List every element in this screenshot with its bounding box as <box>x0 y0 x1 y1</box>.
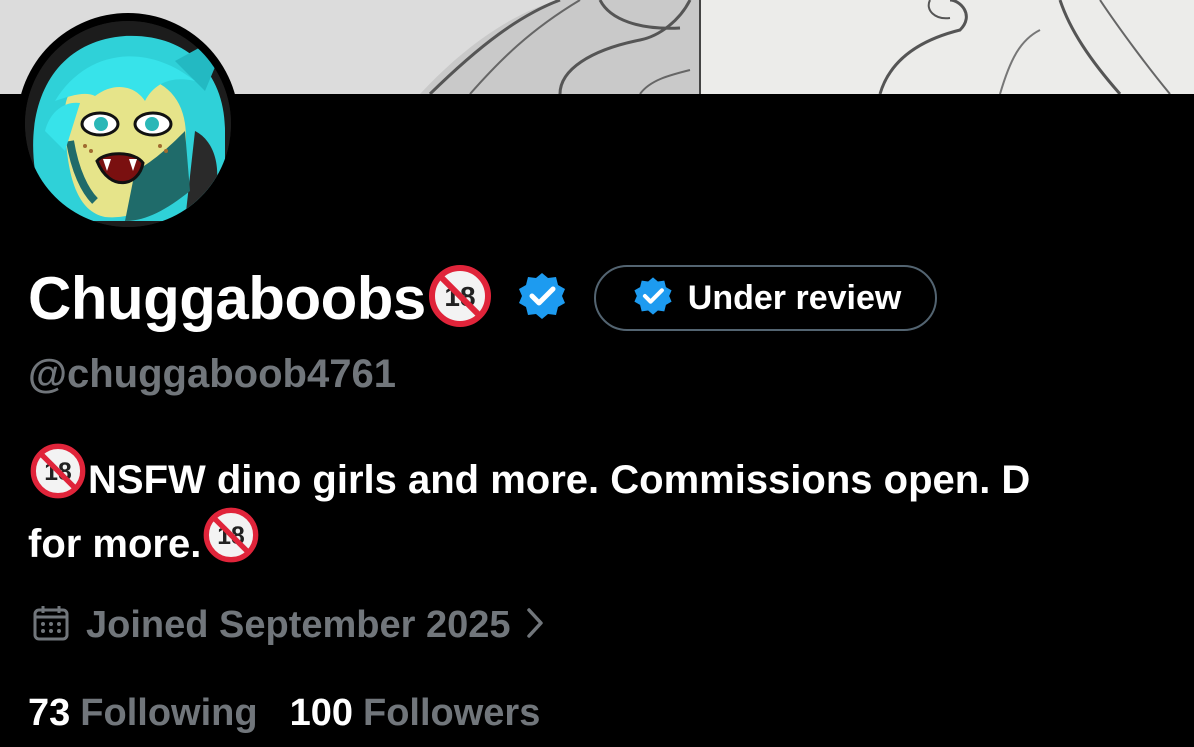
no-under-18-icon: 18 <box>201 505 261 584</box>
verified-badge-icon[interactable] <box>516 270 568 327</box>
profile-name-row: Chuggaboobs 18 Under review <box>28 258 938 338</box>
follow-stats: 73 Following 100 Followers <box>28 688 540 738</box>
followers-label: Followers <box>362 691 541 734</box>
verified-badge-icon <box>632 275 674 322</box>
chevron-right-icon <box>525 606 545 645</box>
bio-line: 18 NSFW dino girls and more. Commissions… <box>28 443 1194 512</box>
followers-count: 100 <box>289 691 353 734</box>
followers-link[interactable]: 100 Followers <box>290 692 541 735</box>
verification-status-label: Under review <box>687 278 902 317</box>
bio-line: for more. 18 <box>28 507 1194 576</box>
no-under-18-icon: 18 <box>426 262 494 335</box>
display-name: Chuggaboobs <box>28 264 426 332</box>
following-count: 73 <box>28 691 71 734</box>
joined-date: Joined September 2025 <box>86 603 511 646</box>
bio-text-line1: NSFW dino girls and more. Commissions op… <box>88 458 1031 502</box>
profile-handle: @chuggaboob4761 <box>28 352 396 396</box>
following-link[interactable]: 73 Following <box>28 692 258 735</box>
bio-text-line2: for more. <box>28 522 202 566</box>
profile-avatar[interactable] <box>17 13 239 235</box>
no-under-18-icon: 18 <box>28 441 88 520</box>
profile-bio: 18 NSFW dino girls and more. Commissions… <box>28 443 1194 576</box>
joined-date-row[interactable]: Joined September 2025 <box>32 600 545 650</box>
following-label: Following <box>80 691 258 734</box>
verification-status-pill[interactable]: Under review <box>593 265 938 331</box>
calendar-icon <box>32 604 70 647</box>
avatar-image <box>25 21 231 227</box>
